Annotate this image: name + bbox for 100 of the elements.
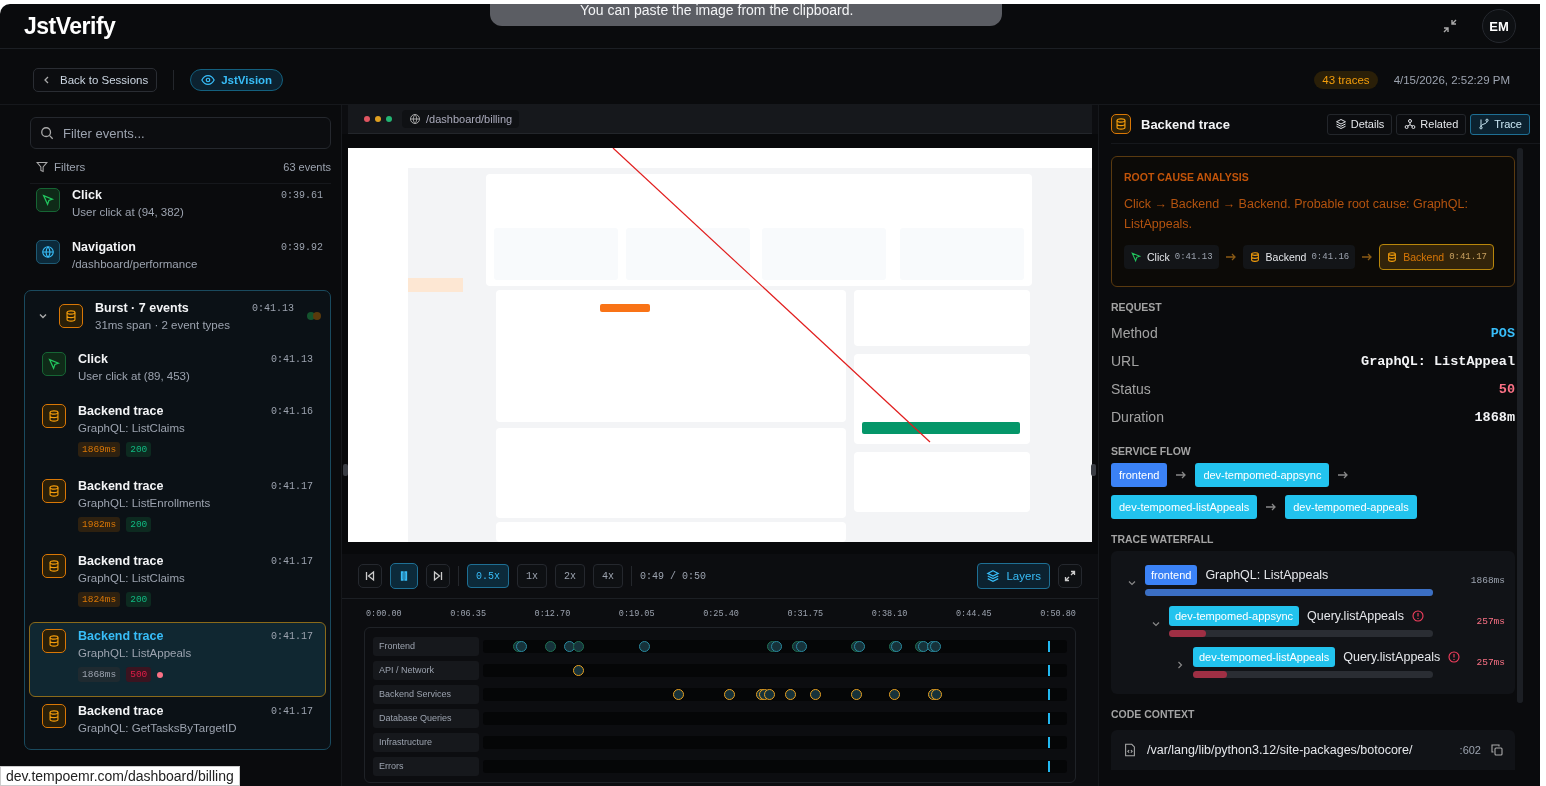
cursor-icon	[42, 352, 66, 376]
status-badge: 200	[126, 592, 152, 607]
event-marker[interactable]	[638, 640, 650, 652]
event-time: 0:39.92	[281, 241, 323, 253]
cursor-icon	[1130, 251, 1142, 263]
chevron-icon[interactable]	[1151, 619, 1161, 629]
pause-button[interactable]	[390, 563, 418, 589]
step-chip[interactable]: Backend 0:41.17	[1379, 244, 1494, 270]
event-marker[interactable]	[795, 640, 807, 652]
collapse-icon[interactable]	[1442, 18, 1458, 34]
window-controls-icon	[364, 116, 392, 122]
event-marker[interactable]	[930, 640, 941, 652]
event-title: Navigation	[72, 240, 137, 254]
field-value: 50	[1498, 381, 1515, 397]
track-label: Infrastructure	[373, 732, 479, 752]
event-time: 0:41.16	[271, 405, 313, 417]
event-time: 0:41.17	[271, 555, 313, 567]
chevron-icon[interactable]	[1175, 660, 1185, 670]
event-marker[interactable]	[930, 688, 942, 700]
event-marker[interactable]	[891, 640, 903, 652]
panel-tab[interactable]: Details	[1326, 113, 1393, 135]
event-marker[interactable]	[764, 688, 776, 700]
event-item[interactable]: Navigation /dashboard/performance 0:39.92	[24, 236, 331, 288]
speed-button[interactable]: 0.5x	[467, 564, 509, 588]
arrow-icon	[1224, 251, 1237, 263]
database-icon	[42, 404, 66, 428]
database-icon	[42, 479, 66, 503]
service-tag: frontend	[1145, 565, 1198, 585]
link-preview: dev.tempoemr.com/dashboard/billing	[0, 766, 240, 786]
event-marker[interactable]	[545, 640, 557, 652]
event-item[interactable]: Backend trace GraphQL: ListClaims 1824ms 200 0:41.17	[29, 547, 326, 622]
event-marker[interactable]	[572, 640, 584, 652]
time-tick: 0:38.10	[871, 609, 908, 619]
database-icon	[1386, 251, 1399, 263]
timeline-lane[interactable]	[483, 639, 1067, 653]
service-tag: dev-tempomed-listAppeals	[1111, 495, 1258, 519]
toast-message: You can paste the image from the clipboard.	[580, 4, 854, 18]
event-marker[interactable]	[771, 640, 783, 652]
event-marker[interactable]	[572, 664, 584, 676]
event-marker[interactable]	[888, 688, 900, 700]
vision-button[interactable]: JstVision	[190, 68, 284, 91]
event-item[interactable]: Backend trace GraphQL: ListClaims 1869ms 200 0:41.16	[29, 397, 326, 472]
layers-button[interactable]: Layers	[977, 563, 1050, 589]
skip-back-button[interactable]	[358, 564, 382, 588]
field-value: 1868m	[1474, 409, 1515, 425]
event-detail: User click at (89, 453)	[78, 370, 191, 382]
event-marker[interactable]	[809, 688, 821, 700]
speed-button[interactable]: 4x	[593, 564, 624, 588]
speed-button[interactable]: 1x	[517, 564, 548, 588]
burst-title: Burst · 7 events	[95, 301, 190, 315]
logo[interactable]: JstVerify	[24, 12, 116, 40]
back-button[interactable]: Back to Sessions	[33, 67, 158, 92]
event-marker[interactable]	[850, 688, 862, 700]
track-label: Database Queries	[373, 708, 479, 728]
event-item[interactable]: Backend trace GraphQL: ListEnrollments 1982ms 200 0:41.17	[29, 472, 326, 547]
span-duration: 257ms	[1475, 616, 1505, 627]
panel-tab[interactable]: Trace	[1470, 113, 1530, 135]
search-field[interactable]: Filter events...	[30, 117, 331, 149]
status-badge: 500	[126, 667, 152, 682]
event-marker[interactable]	[853, 640, 865, 652]
event-marker[interactable]	[724, 688, 736, 700]
event-marker[interactable]	[673, 688, 685, 700]
pause-icon	[398, 570, 410, 582]
database-icon	[42, 629, 66, 653]
timeline-lane[interactable]	[483, 687, 1067, 701]
copy-icon[interactable]	[1491, 744, 1503, 756]
event-item[interactable]: Backend trace GraphQL: ListAppeals 1868ms 500 0:41.17	[29, 622, 326, 697]
file-code-icon	[1123, 743, 1137, 757]
event-time: 0:41.17	[271, 630, 313, 642]
event-marker[interactable]	[785, 688, 797, 700]
span-duration: 1868ms	[1469, 575, 1505, 586]
avatar[interactable]: EM	[1482, 9, 1516, 43]
event-time: 0:41.17	[271, 705, 313, 717]
traces-badge: 43 traces	[1314, 70, 1378, 89]
section-heading: REQUEST	[1111, 301, 1163, 313]
event-title: Click	[72, 188, 103, 202]
globe-icon	[409, 113, 421, 125]
playback-time: 0:49 / 0:50	[640, 570, 707, 582]
panel-tab[interactable]: Related	[1396, 113, 1467, 135]
speed-button[interactable]: 2x	[555, 564, 586, 588]
skip-forward-button[interactable]	[426, 564, 450, 588]
chevron-icon[interactable]	[1127, 578, 1137, 588]
database-icon	[42, 554, 66, 578]
event-item[interactable]: Click User click at (94, 382) 0:39.61	[24, 184, 331, 236]
resize-handle[interactable]	[343, 464, 348, 476]
time-tick: 0:06.35	[450, 609, 486, 619]
time-tick: 0:19.05	[618, 609, 655, 619]
event-count: 63 events	[283, 161, 331, 173]
database-icon	[59, 304, 83, 328]
event-marker[interactable]	[515, 640, 527, 652]
arrow-icon	[1175, 469, 1188, 481]
resize-handle[interactable]	[1091, 464, 1096, 476]
eye-icon	[201, 72, 216, 87]
step-chip[interactable]: Click 0:41.13	[1124, 245, 1219, 269]
step-chip[interactable]: Backend 0:41.16	[1242, 245, 1356, 269]
section-heading: ROOT CAUSE ANALYSIS	[1124, 171, 1249, 183]
event-item[interactable]: Backend trace GraphQL: GetTasksByTargetID 0:41.17	[29, 697, 326, 749]
fullscreen-button[interactable]	[1058, 564, 1082, 588]
filters-button[interactable]: Filters	[36, 161, 86, 173]
event-item[interactable]: Click User click at (89, 453) 0:41.13	[29, 345, 326, 397]
